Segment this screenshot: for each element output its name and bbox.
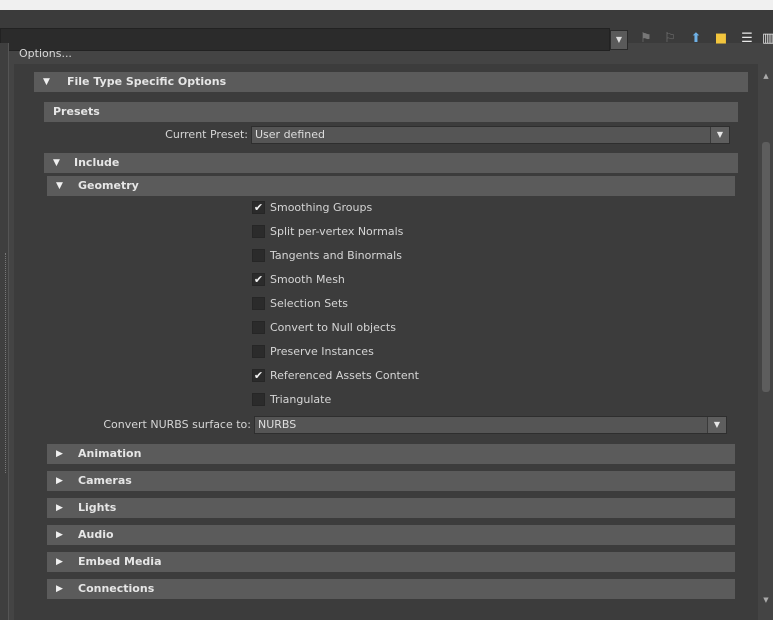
section-label: Include (74, 156, 120, 169)
geometry-header[interactable]: ▼ Geometry (47, 176, 735, 196)
current-preset-label: Current Preset: (165, 128, 248, 141)
scrollbar-thumb[interactable] (762, 142, 770, 392)
collapsed-triangle-icon: ▶ (56, 476, 63, 486)
scroll-up-icon[interactable]: ▲ (761, 72, 771, 80)
checkbox-unchecked[interactable] (252, 225, 265, 238)
bookmark-icon[interactable]: ⚑ (637, 30, 655, 48)
collapsed-triangle-icon: ▶ (56, 503, 63, 513)
checkbox-label: Convert to Null objects (270, 321, 396, 334)
checkbox-label: Split per-vertex Normals (270, 225, 404, 238)
convert-nurbs-label: Convert NURBS surface to: (103, 418, 251, 431)
new-folder-icon[interactable]: ■ (712, 30, 730, 48)
path-field[interactable] (0, 28, 610, 51)
section-label: Cameras (78, 474, 132, 487)
checkbox-unchecked[interactable] (252, 321, 265, 334)
checkbox-unchecked[interactable] (252, 393, 265, 406)
pane-splitter[interactable] (5, 253, 7, 473)
checkbox-checked[interactable]: ✔ (252, 273, 265, 286)
section-label: File Type Specific Options (67, 75, 227, 88)
section-header-connections[interactable]: ▶ Connections (47, 579, 735, 599)
checkbox-label: Smoothing Groups (270, 201, 373, 214)
checkbox-label: Referenced Assets Content (270, 369, 419, 382)
checkbox-label: Smooth Mesh (270, 273, 345, 286)
section-label: Connections (78, 582, 155, 595)
collapsed-triangle-icon: ▶ (56, 530, 63, 540)
collapsed-triangle-icon: ▶ (56, 557, 63, 567)
file-browser-toolbar: ▼ ⚑ ⚐ ⬆ ■ ☰ ▥ (0, 10, 773, 51)
window-top-strip (0, 0, 773, 10)
section-label: Audio (78, 528, 114, 541)
section-header-audio[interactable]: ▶ Audio (47, 525, 735, 545)
section-header-animation[interactable]: ▶ Animation (47, 444, 735, 464)
expanded-triangle-icon: ▼ (56, 181, 63, 191)
checkbox-unchecked[interactable] (252, 345, 265, 358)
section-header-embed-media[interactable]: ▶ Embed Media (47, 552, 735, 572)
section-label: Geometry (78, 179, 139, 192)
convert-nurbs-value: NURBS (258, 418, 297, 431)
chevron-down-icon: ▼ (710, 127, 729, 143)
checkmark-icon: ✔ (253, 273, 264, 286)
section-label: Embed Media (78, 555, 162, 568)
convert-nurbs-dropdown[interactable]: NURBS ▼ (254, 416, 727, 434)
checkbox-label: Preserve Instances (270, 345, 374, 358)
checkbox-label: Selection Sets (270, 297, 348, 310)
file-type-specific-options-header[interactable]: ▼ File Type Specific Options (34, 72, 748, 92)
scroll-down-icon[interactable]: ▼ (761, 596, 771, 604)
path-dropdown-icon[interactable]: ▼ (610, 30, 628, 50)
checkbox-unchecked[interactable] (252, 297, 265, 310)
detail-view-icon[interactable]: ▥ (762, 30, 773, 48)
options-label: Options... (19, 47, 72, 60)
section-label: Animation (78, 447, 142, 460)
checkbox-checked[interactable]: ✔ (252, 201, 265, 214)
include-header[interactable]: ▼ Include (44, 153, 738, 173)
checkmark-icon: ✔ (253, 369, 264, 382)
checkbox-unchecked[interactable] (252, 249, 265, 262)
checkbox-label: Triangulate (270, 393, 332, 406)
presets-header[interactable]: Presets (44, 102, 738, 122)
bookmark-add-icon[interactable]: ⚐ (661, 30, 679, 48)
section-label: Presets (53, 105, 100, 118)
collapsed-triangle-icon: ▶ (56, 449, 63, 459)
expanded-triangle-icon: ▼ (53, 158, 60, 168)
section-label: Lights (78, 501, 117, 514)
current-preset-value: User defined (255, 128, 325, 141)
current-preset-dropdown[interactable]: User defined ▼ (251, 126, 730, 144)
checkmark-icon: ✔ (253, 201, 264, 214)
left-pane-edge (0, 43, 9, 620)
section-header-lights[interactable]: ▶ Lights (47, 498, 735, 518)
section-header-cameras[interactable]: ▶ Cameras (47, 471, 735, 491)
collapsed-triangle-icon: ▶ (56, 584, 63, 594)
chevron-down-icon: ▼ (707, 417, 726, 433)
up-folder-icon[interactable]: ⬆ (687, 30, 705, 48)
checkbox-checked[interactable]: ✔ (252, 369, 265, 382)
expanded-triangle-icon: ▼ (43, 77, 50, 87)
checkbox-label: Tangents and Binormals (270, 249, 402, 262)
list-view-icon[interactable]: ☰ (738, 30, 756, 48)
